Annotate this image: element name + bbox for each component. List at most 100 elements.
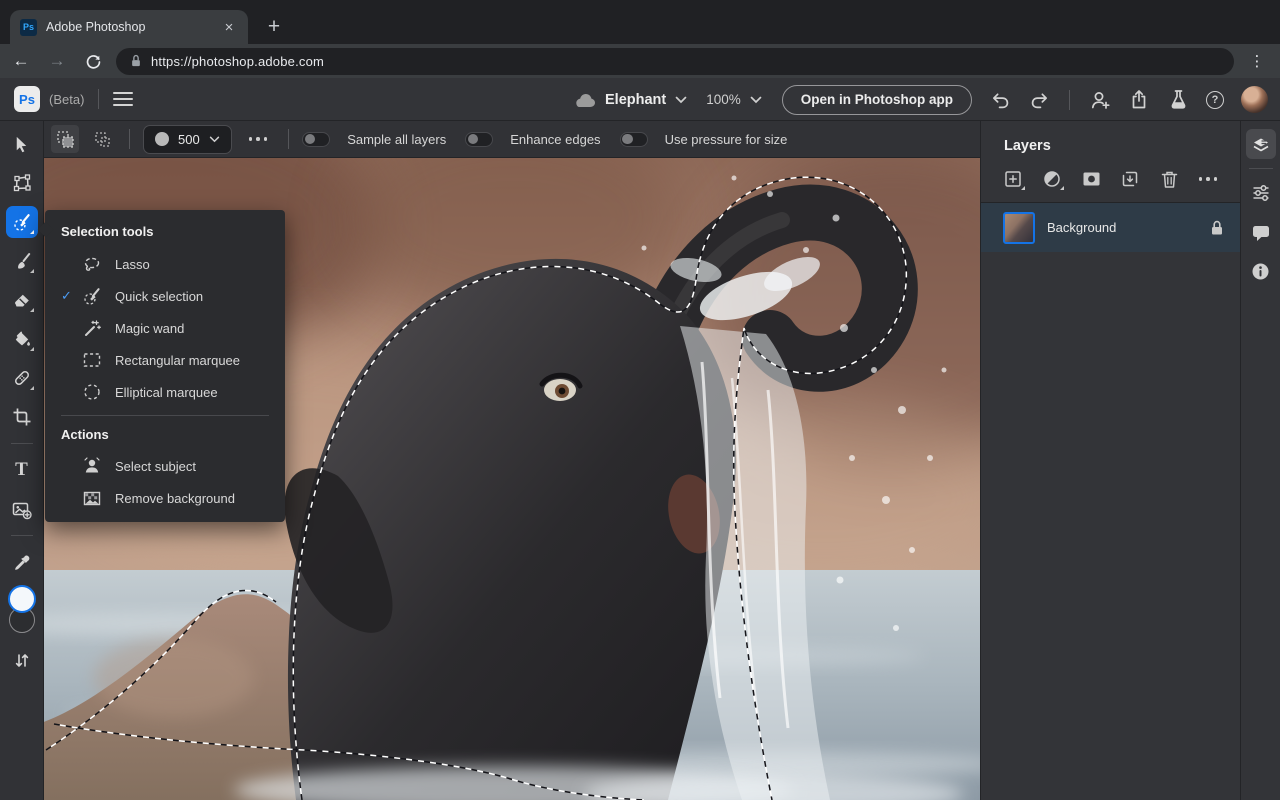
menu-item-elliptical-marquee[interactable]: Elliptical marquee bbox=[45, 376, 285, 408]
back-button[interactable]: ← bbox=[6, 46, 36, 76]
reload-icon bbox=[86, 54, 100, 69]
tab-close-icon[interactable]: × bbox=[220, 18, 238, 36]
color-swatches[interactable] bbox=[5, 585, 39, 637]
swap-arrows-icon bbox=[15, 653, 28, 667]
use-pressure-toggle[interactable] bbox=[619, 131, 648, 147]
redo-button[interactable] bbox=[1028, 89, 1050, 111]
rectangular-marquee-icon bbox=[81, 350, 103, 370]
menu-item-rectangular-marquee[interactable]: Rectangular marquee bbox=[45, 344, 285, 376]
open-in-photoshop-button[interactable]: Open in Photoshop app bbox=[781, 84, 972, 115]
eraser-tool-button[interactable] bbox=[6, 284, 38, 316]
crop-tool-icon bbox=[13, 408, 30, 426]
brush-size-dropdown[interactable]: 500 bbox=[143, 124, 232, 154]
sample-all-layers-label: Sample all layers bbox=[347, 131, 447, 147]
zoom-level[interactable]: 100% bbox=[706, 92, 741, 107]
menu-item-label: Select subject bbox=[115, 458, 196, 474]
address-bar[interactable]: https://photoshop.adobe.com bbox=[116, 47, 1234, 75]
layers-panel-toolbar bbox=[981, 154, 1240, 203]
adjustment-layer-icon bbox=[1044, 171, 1060, 187]
transform-tool-icon bbox=[13, 174, 31, 192]
layer-mask-icon bbox=[1083, 172, 1099, 186]
menu-item-label: Remove background bbox=[115, 490, 235, 506]
divider bbox=[129, 129, 130, 149]
share-button[interactable] bbox=[1128, 89, 1150, 111]
magic-wand-icon bbox=[81, 318, 103, 338]
place-image-tool-button[interactable] bbox=[6, 493, 38, 525]
menu-item-remove-background[interactable]: Remove background bbox=[45, 482, 285, 514]
type-tool-icon: T bbox=[15, 459, 28, 480]
layers-panel: Layers Background bbox=[980, 121, 1240, 800]
layers-more-button[interactable] bbox=[1198, 169, 1218, 189]
comments-rail-button[interactable] bbox=[1246, 217, 1276, 247]
url-text: https://photoshop.adobe.com bbox=[151, 53, 325, 69]
layers-stack-icon bbox=[1253, 138, 1268, 152]
tab-title: Adobe Photoshop bbox=[46, 20, 146, 34]
menu-item-quick-selection[interactable]: ✓ Quick selection bbox=[45, 280, 285, 312]
brush-size-value: 500 bbox=[178, 131, 200, 147]
document-name[interactable]: Elephant bbox=[605, 92, 666, 108]
place-image-icon bbox=[12, 502, 32, 519]
move-tool-button[interactable] bbox=[6, 128, 38, 160]
undo-button[interactable] bbox=[989, 89, 1011, 111]
forward-button[interactable]: → bbox=[42, 46, 72, 76]
heal-tool-button[interactable] bbox=[6, 362, 38, 394]
main-menu-button[interactable] bbox=[113, 92, 134, 106]
experiments-button[interactable] bbox=[1167, 89, 1189, 111]
app-header: Ps (Beta) Elephant 100% Open in Photosho… bbox=[0, 78, 1280, 121]
add-mask-button[interactable] bbox=[1081, 169, 1101, 189]
paint-bucket-icon bbox=[15, 331, 30, 346]
new-tab-button[interactable]: + bbox=[260, 13, 288, 41]
menu-item-magic-wand[interactable]: Magic wand bbox=[45, 312, 285, 344]
duplicate-layer-button[interactable] bbox=[1120, 169, 1140, 189]
layer-row-background[interactable]: Background bbox=[981, 203, 1240, 252]
reload-button[interactable] bbox=[78, 46, 108, 76]
menu-item-select-subject[interactable]: Select subject bbox=[45, 450, 285, 482]
lock-icon bbox=[132, 54, 140, 67]
delete-layer-button[interactable] bbox=[1159, 169, 1179, 189]
type-tool-button[interactable]: T bbox=[6, 454, 38, 486]
transform-tool-button[interactable] bbox=[6, 167, 38, 199]
layer-lock-icon[interactable] bbox=[1210, 220, 1224, 236]
add-adjustment-button[interactable] bbox=[1042, 169, 1064, 190]
fill-tool-button[interactable] bbox=[6, 323, 38, 355]
account-avatar[interactable] bbox=[1241, 86, 1268, 113]
crop-tool-button[interactable] bbox=[6, 401, 38, 433]
layer-thumbnail[interactable] bbox=[1003, 211, 1035, 244]
brush-preview-icon bbox=[155, 132, 169, 146]
check-icon: ✓ bbox=[61, 288, 72, 303]
menu-item-label: Magic wand bbox=[115, 320, 185, 336]
add-layer-button[interactable] bbox=[1003, 169, 1025, 190]
foreground-color-swatch[interactable] bbox=[7, 585, 36, 613]
divider bbox=[1069, 89, 1070, 110]
subtract-selection-mode-button[interactable] bbox=[88, 125, 116, 153]
chevron-down-icon[interactable] bbox=[750, 96, 762, 104]
menu-item-lasso[interactable]: Lasso bbox=[45, 248, 285, 280]
layers-rail-button[interactable] bbox=[1245, 129, 1276, 159]
help-button[interactable]: ? bbox=[1206, 90, 1224, 109]
browser-toolbar: ← → https://photoshop.adobe.com ⋮ bbox=[0, 44, 1280, 78]
cloud-icon bbox=[576, 94, 595, 107]
menu-item-label: Elliptical marquee bbox=[115, 384, 218, 400]
swap-colors-button[interactable] bbox=[6, 644, 38, 676]
add-layer-icon bbox=[1005, 171, 1021, 187]
enhance-edges-toggle[interactable] bbox=[465, 131, 494, 147]
chevron-down-icon[interactable] bbox=[675, 96, 687, 104]
adjustments-rail-button[interactable] bbox=[1246, 178, 1276, 208]
brush-tool-button[interactable] bbox=[6, 245, 38, 277]
eyedropper-tool-button[interactable] bbox=[6, 546, 38, 578]
info-rail-button[interactable] bbox=[1246, 256, 1276, 286]
flyout-title: Selection tools bbox=[61, 224, 154, 239]
layers-panel-title: Layers bbox=[1004, 138, 1051, 154]
more-options-button[interactable] bbox=[241, 137, 276, 141]
subtract-selection-icon bbox=[94, 131, 110, 147]
browser-menu-button[interactable]: ⋮ bbox=[1244, 48, 1270, 74]
invite-button[interactable] bbox=[1089, 89, 1111, 111]
sample-all-layers-toggle[interactable] bbox=[302, 131, 331, 147]
browser-tab[interactable]: Ps Adobe Photoshop × bbox=[10, 10, 248, 44]
quick-selection-tool-button[interactable] bbox=[5, 206, 38, 238]
browser-tab-strip: Ps Adobe Photoshop × + bbox=[0, 0, 1280, 44]
move-tool-icon bbox=[16, 136, 27, 152]
new-selection-mode-button[interactable] bbox=[51, 125, 79, 153]
photoshop-app: Ps (Beta) Elephant 100% Open in Photosho… bbox=[0, 78, 1280, 800]
elliptical-marquee-icon bbox=[81, 382, 103, 402]
